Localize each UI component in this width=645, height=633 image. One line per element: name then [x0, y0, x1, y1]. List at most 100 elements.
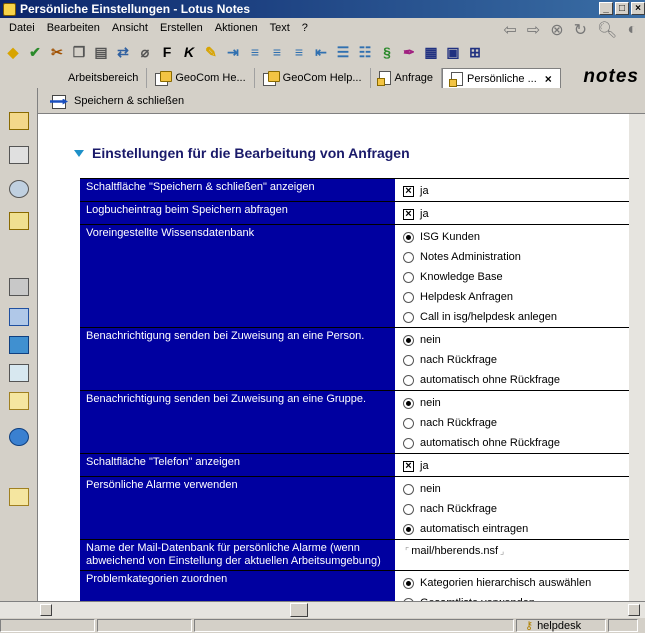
radio-selected[interactable]: [403, 334, 414, 346]
radio-unselected[interactable]: [403, 251, 414, 263]
radio-unselected[interactable]: [403, 437, 414, 449]
checkbox-checked[interactable]: ×: [403, 460, 414, 472]
menu-bearbeiten[interactable]: Bearbeiten: [41, 22, 106, 34]
bullet-list-icon[interactable]: ☰: [334, 43, 352, 61]
replicator-bookmark-icon[interactable]: [9, 278, 29, 296]
vertical-scrollbar[interactable]: [629, 114, 645, 608]
calendar-bookmark-icon[interactable]: [9, 146, 29, 164]
forward-arrow-icon[interactable]: ⇨: [527, 20, 540, 40]
radio-selected[interactable]: [403, 397, 414, 409]
folder-bookmark-icon-2[interactable]: [9, 488, 29, 506]
align-center-icon[interactable]: ≡: [268, 43, 286, 61]
radio-selected[interactable]: [403, 577, 414, 589]
radio-option[interactable]: nach Rückfrage: [403, 499, 636, 519]
menu-erstellen[interactable]: Erstellen: [154, 22, 209, 34]
radio-option[interactable]: nach Rückfrage: [403, 413, 636, 433]
stop-icon[interactable]: ⊗: [550, 20, 563, 40]
numbered-list-icon[interactable]: ☷: [356, 43, 374, 61]
section-header[interactable]: Einstellungen für die Bearbeitung von An…: [74, 145, 410, 161]
checkmark-icon[interactable]: ✔: [26, 43, 44, 61]
scroll-right-arrow[interactable]: [628, 604, 640, 616]
radio-selected[interactable]: [403, 523, 414, 535]
menu-datei[interactable]: Datei: [3, 22, 41, 34]
menu-help[interactable]: ?: [296, 22, 314, 34]
radio-option[interactable]: Kategorien hierarchisch auswählen: [403, 573, 636, 593]
checkbox-option[interactable]: × ja: [403, 181, 636, 201]
refresh-icon[interactable]: ↻: [574, 20, 587, 40]
italic-icon[interactable]: K: [180, 43, 198, 61]
ie-globe-icon[interactable]: [9, 428, 29, 446]
image-icon[interactable]: ▦: [422, 43, 440, 61]
maximize-button[interactable]: □: [615, 2, 629, 15]
back-arrow-icon[interactable]: ⇦: [503, 20, 516, 40]
todo-bookmark-icon[interactable]: [9, 212, 29, 230]
align-left-icon[interactable]: ≡: [246, 43, 264, 61]
highlight-icon[interactable]: ✎: [202, 43, 220, 61]
style-icon[interactable]: §: [378, 43, 396, 61]
radio-unselected[interactable]: [403, 291, 414, 303]
bold-icon[interactable]: F: [158, 43, 176, 61]
align-right-icon[interactable]: ≡: [290, 43, 308, 61]
status-cell[interactable]: [0, 619, 95, 632]
close-tab-icon[interactable]: ×: [545, 72, 552, 86]
radio-unselected[interactable]: [403, 483, 414, 495]
radio-unselected[interactable]: [403, 354, 414, 366]
picture-icon[interactable]: ▣: [444, 43, 462, 61]
radio-selected[interactable]: [403, 231, 414, 243]
radio-option[interactable]: nein: [403, 479, 636, 499]
menu-ansicht[interactable]: Ansicht: [106, 22, 154, 34]
checkbox-option[interactable]: × ja: [403, 456, 636, 476]
link-icon[interactable]: ⇄: [114, 43, 132, 61]
radio-unselected[interactable]: [403, 503, 414, 515]
radio-unselected[interactable]: [403, 271, 414, 283]
close-window-button[interactable]: ×: [631, 2, 645, 15]
radio-unselected[interactable]: [403, 417, 414, 429]
inbox-status-cell[interactable]: [608, 619, 638, 632]
radio-unselected[interactable]: [403, 311, 414, 323]
checkbox-checked[interactable]: ×: [403, 208, 414, 220]
checkbox-option[interactable]: × ja: [403, 204, 636, 224]
clock-bookmark-icon[interactable]: [9, 180, 29, 198]
globe-icon[interactable]: ◐: [627, 21, 637, 39]
tab-arbeitsbereich[interactable]: Arbeitsbereich: [60, 68, 148, 88]
cut-icon[interactable]: ✂: [48, 43, 66, 61]
smart-icon-1[interactable]: ◆: [4, 43, 22, 61]
paste-icon[interactable]: ▤: [92, 43, 110, 61]
pen-icon[interactable]: ✒: [400, 43, 418, 61]
scroll-thumb[interactable]: [290, 603, 308, 617]
copy-icon[interactable]: ❐: [70, 43, 88, 61]
radio-option[interactable]: ISG Kunden: [403, 227, 636, 247]
radio-option[interactable]: automatisch ohne Rückfrage: [403, 370, 636, 390]
minimize-button[interactable]: _: [599, 2, 613, 15]
menu-aktionen[interactable]: Aktionen: [209, 22, 264, 34]
tab-persoenliche-einstellungen[interactable]: Persönliche ... ×: [442, 68, 561, 88]
radio-option[interactable]: Knowledge Base: [403, 267, 636, 287]
radio-option[interactable]: nach Rückfrage: [403, 350, 636, 370]
mail-db-text-field[interactable]: ⌜ mail/hberends.nsf ⌟: [403, 542, 636, 560]
horizontal-scrollbar[interactable]: [0, 601, 645, 618]
radio-option[interactable]: nein: [403, 393, 636, 413]
radio-option[interactable]: Notes Administration: [403, 247, 636, 267]
checkbox-checked[interactable]: ×: [403, 185, 414, 197]
tab-geocom-1[interactable]: GeoCom He...: [147, 68, 255, 88]
collapse-triangle-icon[interactable]: [74, 149, 84, 157]
radio-option[interactable]: nein: [403, 330, 636, 350]
radio-option[interactable]: automatisch ohne Rückfrage: [403, 433, 636, 453]
scroll-left-arrow[interactable]: [40, 604, 52, 616]
radio-unselected[interactable]: [403, 374, 414, 386]
status-cell[interactable]: [97, 619, 192, 632]
mail-bookmark-icon[interactable]: [9, 112, 29, 130]
table-icon[interactable]: ⊞: [466, 43, 484, 61]
database-bookmark-icon[interactable]: [9, 364, 29, 382]
internet-explorer-icon[interactable]: [9, 336, 29, 354]
tab-geocom-2[interactable]: GeoCom Help...: [255, 68, 371, 88]
outdent-icon[interactable]: ⇤: [312, 43, 330, 61]
search-icon[interactable]: 🔍︎: [597, 20, 617, 40]
attach-icon[interactable]: ⌀: [136, 43, 154, 61]
web-bookmark-icon[interactable]: [9, 308, 29, 326]
radio-option[interactable]: automatisch eintragen: [403, 519, 636, 539]
tab-anfrage[interactable]: Anfrage: [371, 68, 443, 88]
radio-option[interactable]: Call in isg/helpdesk anlegen: [403, 307, 636, 327]
radio-option[interactable]: Helpdesk Anfragen: [403, 287, 636, 307]
menu-text[interactable]: Text: [264, 22, 296, 34]
